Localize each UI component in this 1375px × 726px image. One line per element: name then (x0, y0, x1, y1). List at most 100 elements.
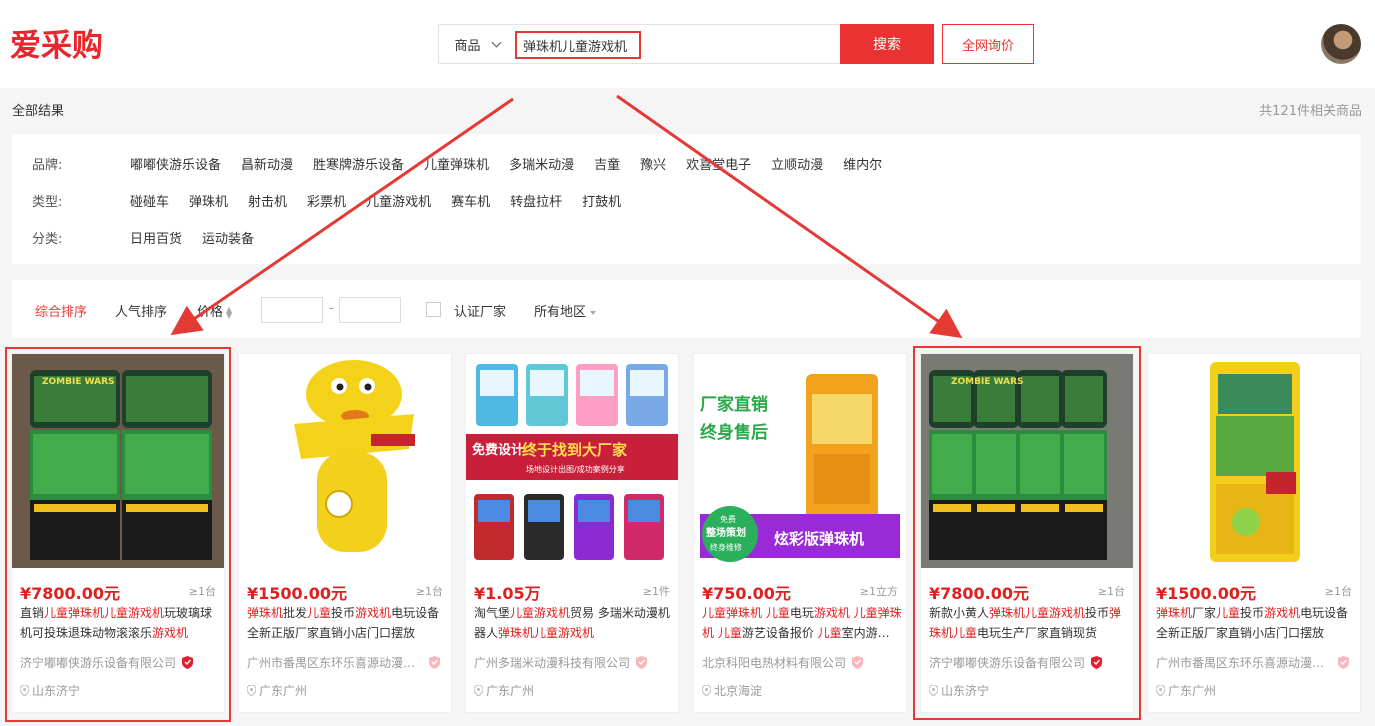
filter-option[interactable]: 维内尔 (843, 154, 882, 173)
product-price: ¥7800.00元 (20, 584, 121, 603)
filter-option[interactable]: 碰碰车 (130, 191, 169, 210)
price-range-separator: - (329, 301, 334, 316)
company-name: 广州多瑞米动漫科技有限公司 (474, 656, 631, 670)
filter-option[interactable]: 打鼓机 (582, 191, 621, 210)
sort-popularity[interactable]: 人气排序 (115, 301, 167, 320)
svg-text:厂家直销: 厂家直销 (700, 394, 768, 415)
sort-arrows-icon: ▲ ▼ (226, 304, 233, 320)
filter-option[interactable]: 欢喜堂电子 (686, 154, 751, 173)
title-segment: 弹珠机 (1156, 606, 1193, 620)
sort-price[interactable]: 价格 ▲ ▼ (197, 301, 232, 320)
filter-option[interactable]: 转盘拉杆 (510, 191, 562, 210)
search-button[interactable]: 搜索 (840, 24, 934, 64)
filter-option[interactable]: 胜寒牌游乐设备 (313, 154, 404, 173)
product-card[interactable]: ¥1500.00元 ≥1台 弹珠机批发儿童投币游戏机电玩设备全新正版厂家直销小店门口… (238, 353, 452, 713)
location-pin-icon (1156, 685, 1165, 696)
filter-option[interactable]: 运动装备 (202, 228, 254, 247)
product-image-wrap[interactable]: ZOMBIE WARS (921, 354, 1133, 568)
title-segment: 新款小黄人 (929, 606, 990, 620)
filter-option[interactable]: 吉童 (594, 154, 620, 173)
certified-checkbox[interactable] (426, 302, 441, 317)
inquiry-button[interactable]: 全网询价 (942, 24, 1034, 64)
price-max-input[interactable] (339, 297, 401, 323)
certified-label[interactable]: 认证厂家 (454, 301, 506, 320)
product-location: 广东广州 (1156, 682, 1216, 699)
filter-option[interactable]: 射击机 (248, 191, 287, 210)
title-segment: 儿童 (307, 606, 332, 620)
product-company[interactable]: 北京科阳电热材料有限公司 (702, 654, 902, 671)
product-title[interactable]: 儿童弹珠机 儿童电玩游戏机 儿童弹珠机 儿童游艺设备报价 儿童室内游… (702, 603, 902, 643)
title-segment: 投币 (1085, 606, 1110, 620)
product-card[interactable]: ¥1500.00元 ≥1台 弹珠机厂家儿童投币游戏机电玩设备全新正版厂家直销小店门口… (1147, 353, 1361, 713)
filter-option[interactable]: 儿童弹珠机 (424, 154, 489, 173)
title-segment: 儿童游戏机 (510, 606, 571, 620)
region-select[interactable]: 所有地区 (534, 301, 597, 320)
site-logo[interactable]: 爱采购 (10, 24, 114, 64)
verified-shield-icon (429, 656, 440, 669)
product-title[interactable]: 淘气堡儿童游戏机贸易 多瑞米动漫机器人弹珠机儿童游戏机 (474, 603, 674, 643)
filter-option[interactable]: 日用百货 (130, 228, 182, 247)
product-image-wrap[interactable] (239, 354, 451, 568)
product-price: ¥750.00元 (702, 584, 791, 603)
product-image (1148, 354, 1360, 568)
product-company[interactable]: 济宁嘟嘟侠游乐设备有限公司 (20, 654, 220, 671)
verified-shield-icon (1338, 656, 1349, 669)
product-card[interactable]: ZOMBIE WARS ¥7800.00元 ≥1台 直销儿童弹珠机儿童游戏机玩玻璃球机… (11, 353, 225, 713)
product-card[interactable]: 厂家直销 终身售后 免费 整场策划 终身维修 炫彩版弹珠机 ¥750.00元 ≥1立方 儿童弹珠… (693, 353, 907, 713)
product-moq: ≥1台 (1324, 585, 1352, 598)
location-pin-icon (20, 685, 29, 696)
verified-shield-icon (1091, 656, 1103, 669)
product-company[interactable]: 广州市番禺区东环乐喜源动漫产… (247, 654, 447, 671)
location-text: 广东广州 (259, 684, 308, 698)
product-moq: ≥1台 (1097, 585, 1125, 598)
svg-text:终于找到大厂家: 终于找到大厂家 (522, 441, 627, 459)
product-image-wrap[interactable] (1148, 354, 1360, 568)
filter-option[interactable]: 嘟嘟侠游乐设备 (130, 154, 221, 173)
product-image-wrap[interactable]: 免费设计 终于找到大厂家 场地设计出图/成功案例分享 (466, 354, 678, 568)
filter-option[interactable]: 昌新动漫 (241, 154, 293, 173)
title-segment: 室内游… (841, 626, 890, 640)
search-query-text[interactable]: 弹珠机儿童游戏机 (515, 31, 641, 59)
product-card[interactable]: 免费设计 终于找到大厂家 场地设计出图/成功案例分享 ¥1.05万 ≥1件 淘气堡儿童游戏… (465, 353, 679, 713)
product-image-wrap[interactable]: 厂家直销 终身售后 免费 整场策划 终身维修 炫彩版弹珠机 (694, 354, 906, 568)
svg-text:炫彩版弹珠机: 炫彩版弹珠机 (774, 530, 864, 548)
filter-option[interactable]: 多瑞米动漫 (509, 154, 574, 173)
sort-overall[interactable]: 综合排序 (35, 301, 87, 320)
svg-text:免费设计: 免费设计 (472, 442, 524, 458)
filter-label-category: 分类: (32, 231, 63, 247)
price-min-input[interactable] (261, 297, 323, 323)
filter-option[interactable]: 立顺动漫 (771, 154, 823, 173)
filter-option[interactable]: 赛车机 (451, 191, 490, 210)
product-location: 北京海淀 (702, 682, 762, 699)
product-company[interactable]: 广州多瑞米动漫科技有限公司 (474, 654, 674, 671)
product-company[interactable]: 济宁嘟嘟侠游乐设备有限公司 (929, 654, 1129, 671)
title-segment: 电玩生产厂家直销现货 (977, 626, 1098, 640)
filter-option[interactable]: 豫兴 (640, 154, 666, 173)
svg-text:免费: 免费 (720, 514, 736, 524)
filter-label-brand: 品牌: (32, 157, 63, 173)
avatar[interactable] (1321, 24, 1361, 64)
product-company[interactable]: 广州市番禺区东环乐喜源动漫产… (1156, 654, 1356, 671)
product-image: 厂家直销终身售后免费整场策划终身维修 炫彩版弹珠机 (694, 354, 906, 568)
product-title[interactable]: 新款小黄人弹珠机儿童游戏机投币弹珠机儿童电玩生产厂家直销现货 (929, 603, 1129, 643)
company-name: 广州市番禺区东环乐喜源动漫产… (1156, 656, 1332, 670)
product-title[interactable]: 弹珠机批发儿童投币游戏机电玩设备全新正版厂家直销小店门口摆放 (247, 603, 447, 643)
header: 爱采购 商品 弹珠机儿童游戏机 搜索 全网询价 (0, 0, 1375, 88)
product-image: 免费设计终于找到大厂家场地设计出图/成功案例分享 (466, 354, 678, 568)
product-title[interactable]: 直销儿童弹珠机儿童游戏机玩玻璃球机可投珠退珠动物滚滚乐游戏机 (20, 603, 220, 643)
verified-shield-icon (636, 656, 648, 669)
location-pin-icon (474, 685, 483, 696)
product-title[interactable]: 弹珠机厂家儿童投币游戏机电玩设备全新正版厂家直销小店门口摆放 (1156, 603, 1356, 643)
product-card[interactable]: ZOMBIE WARS ¥7800.00元 ≥1台 新款小黄人弹珠机儿童游戏机投币弹珠… (920, 353, 1134, 713)
product-image (239, 354, 451, 568)
product-location: 广东广州 (247, 682, 307, 699)
chevron-down-icon (491, 37, 501, 47)
verified-shield-icon (182, 656, 194, 669)
filter-option[interactable]: 弹珠机 (189, 191, 228, 210)
svg-text:整场策划: 整场策划 (705, 526, 746, 539)
filter-option[interactable]: 彩票机 (307, 191, 346, 210)
product-image-wrap[interactable]: ZOMBIE WARS (12, 354, 224, 568)
filter-label-type: 类型: (32, 194, 63, 210)
search-scope-select[interactable]: 商品 (439, 25, 515, 63)
filter-option[interactable]: 儿童游戏机 (366, 191, 431, 210)
